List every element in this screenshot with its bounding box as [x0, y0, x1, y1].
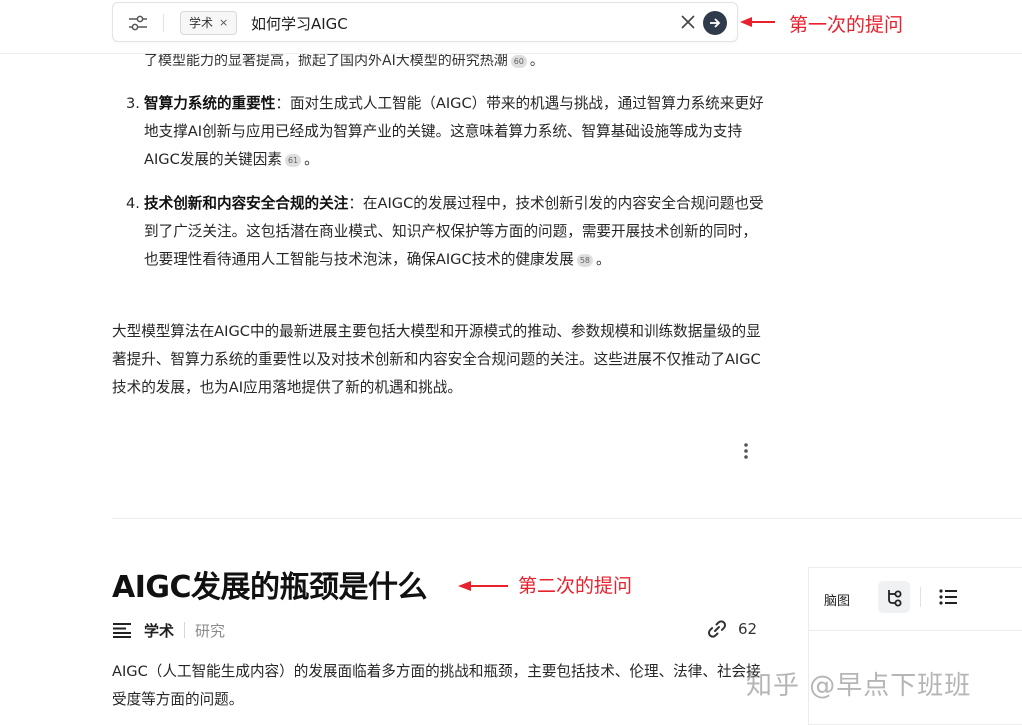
- tool-divider: [920, 587, 921, 607]
- watermark: 知乎 @早点下班班: [746, 671, 972, 701]
- list-item-title: 技术创新和内容安全合规的关注: [144, 195, 349, 212]
- question-mode: 研究: [195, 621, 226, 640]
- list-view-button[interactable]: [932, 581, 964, 613]
- link-icon: [708, 620, 726, 638]
- scope-chip-label: 学术: [189, 16, 214, 30]
- arrow-right-circle-icon: [710, 18, 721, 28]
- header-divider: [0, 53, 1022, 54]
- panel-divider: [809, 630, 1022, 631]
- lines-icon: [113, 623, 131, 638]
- list-item-number: 3.: [126, 95, 140, 112]
- chip-close-icon[interactable]: ×: [219, 12, 228, 34]
- section-divider: [112, 518, 1022, 519]
- submit-button[interactable]: [703, 11, 727, 35]
- question-title: AIGC发展的瓶颈是什么: [112, 570, 428, 605]
- annotation-arrow-second: [458, 581, 508, 591]
- mindmap-icon: [888, 590, 902, 607]
- answer1-summary: 大型模型算法在AIGC中的最新进展主要包括大模型和开源模式的推动、参数规模和训练…: [112, 323, 761, 396]
- answer2-text: AIGC（人工智能生成内容）的发展面临着多方面的挑战和瓶颈，主要包括技术、伦理、…: [112, 663, 761, 708]
- reference-count: 62: [738, 620, 758, 638]
- citation-badge[interactable]: 60: [510, 54, 527, 68]
- question-meta: 学术 研究: [112, 618, 225, 642]
- cut-line-end: 。: [529, 53, 544, 69]
- search-divider: [163, 14, 164, 32]
- close-icon[interactable]: [678, 12, 698, 32]
- citation-badge[interactable]: 61: [284, 153, 302, 167]
- list-item-end: 。: [304, 151, 319, 168]
- meta-divider: [184, 622, 186, 638]
- citation-badge[interactable]: 58: [576, 253, 594, 267]
- question-scope: 学术: [144, 621, 175, 640]
- list-item-number: 4.: [126, 195, 140, 212]
- list-icon: [939, 589, 957, 605]
- mindmap-label: 脑图: [824, 594, 851, 609]
- sliders-icon[interactable]: [127, 13, 149, 33]
- annotation-arrow-first: [740, 17, 775, 27]
- list-item-end: 。: [596, 251, 611, 268]
- scope-chip[interactable]: 学术 ×: [180, 11, 238, 35]
- mindmap-button[interactable]: [878, 581, 910, 613]
- search-input[interactable]: [251, 11, 671, 35]
- references-button[interactable]: 62: [706, 618, 757, 640]
- list-item: 3. 智算力系统的重要性：面对生成式人工智能（AIGC）带来的机遇与挑战，通过智…: [126, 90, 766, 174]
- more-vertical-icon[interactable]: [738, 441, 754, 461]
- list-item-title: 智算力系统的重要性: [144, 95, 276, 112]
- list-item: 4. 技术创新和内容安全合规的关注：在AIGC的发展过程中，技术创新引发的内容安…: [126, 190, 766, 274]
- search-bar: 学术 ×: [112, 2, 738, 42]
- annotation-second: 第二次的提问: [518, 575, 633, 597]
- cut-line-text: 了模型能力的显著提高，掀起了国内外AI大模型的研究热潮: [144, 53, 508, 69]
- annotation-first: 第一次的提问: [789, 14, 904, 36]
